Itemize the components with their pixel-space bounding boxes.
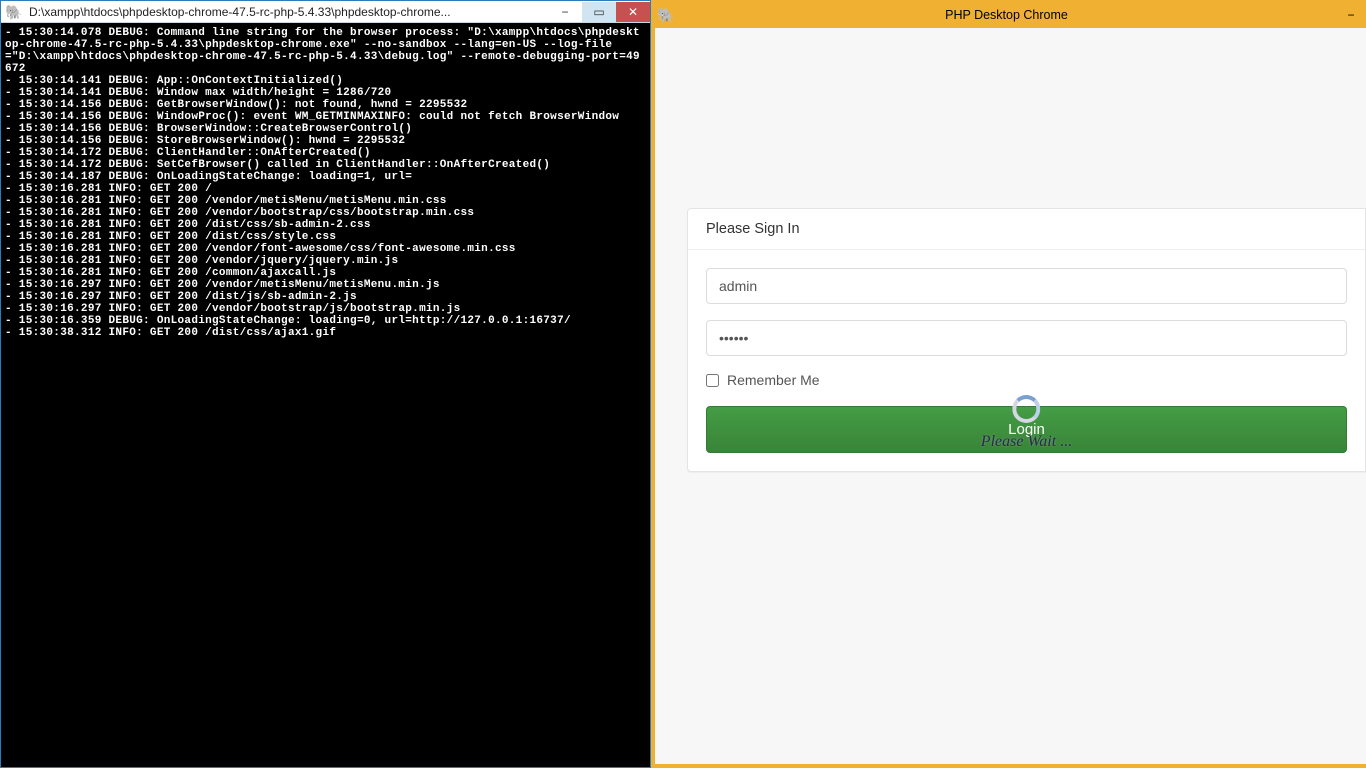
panel-heading: Please Sign In [688,209,1365,250]
remember-me-row[interactable]: Remember Me [706,372,1347,388]
console-window: 🐘 D:\xampp\htdocs\phpdesktop-chrome-47.5… [0,0,651,768]
login-button[interactable]: Login [706,406,1347,453]
username-input[interactable] [706,268,1347,304]
minimize-button[interactable]: − [1336,2,1366,28]
app-titlebar[interactable]: 🐘 PHP Desktop Chrome − [655,2,1366,28]
console-window-controls: − ▭ ✕ [548,2,650,22]
app-window: 🐘 PHP Desktop Chrome − Please Sign In Re… [651,0,1366,768]
remember-me-checkbox[interactable] [706,374,719,387]
login-panel: Please Sign In Remember Me Login Please … [687,208,1366,472]
app-body: Please Sign In Remember Me Login Please … [655,28,1366,764]
login-button-label: Login [1008,421,1045,438]
password-input[interactable] [706,320,1347,356]
phpdesktop-icon: 🐘 [655,8,677,22]
console-title: D:\xampp\htdocs\phpdesktop-chrome-47.5-r… [27,5,548,19]
app-title: PHP Desktop Chrome [677,8,1336,22]
remember-me-label: Remember Me [727,372,820,388]
close-button[interactable]: ✕ [616,2,650,22]
console-output[interactable]: - 15:30:14.078 DEBUG: Command line strin… [1,23,650,767]
panel-body: Remember Me Login Please Wait ... [688,250,1365,471]
maximize-button[interactable]: ▭ [582,2,616,22]
console-titlebar[interactable]: 🐘 D:\xampp\htdocs\phpdesktop-chrome-47.5… [1,1,650,23]
minimize-button[interactable]: − [548,2,582,22]
phpdesktop-icon: 🐘 [5,3,23,21]
